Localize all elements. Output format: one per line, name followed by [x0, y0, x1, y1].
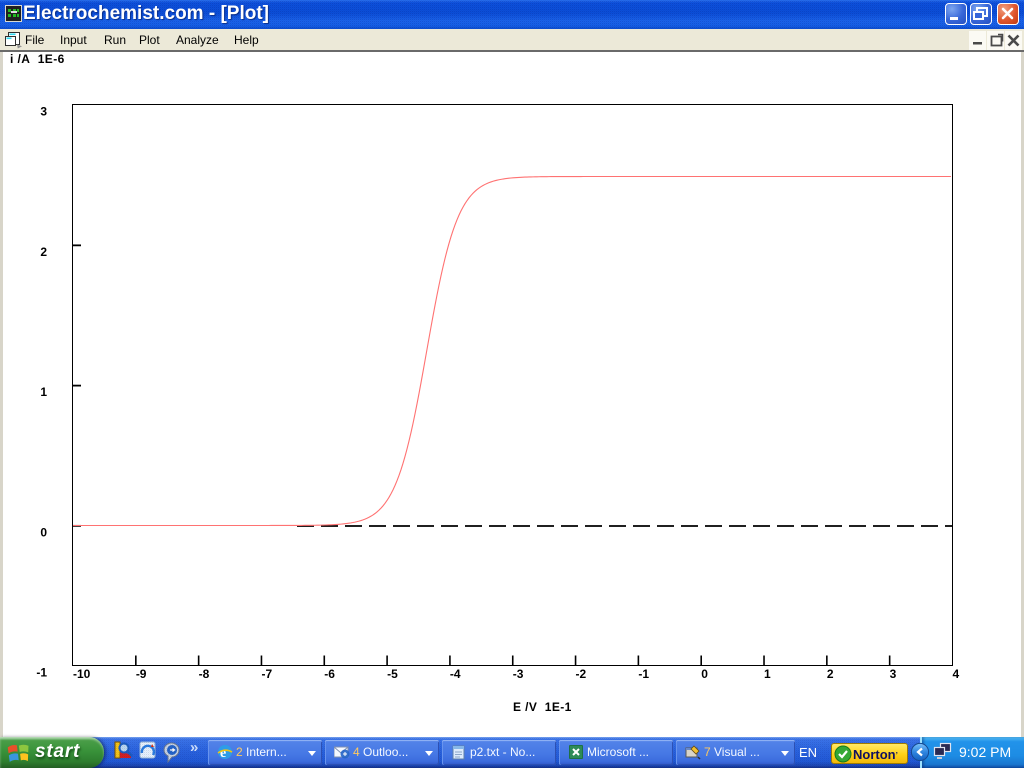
- svg-text:e: e: [220, 746, 226, 760]
- svg-text:1: 1: [764, 667, 771, 681]
- svg-text:-1: -1: [36, 666, 47, 680]
- svg-text:3: 3: [40, 105, 47, 119]
- svg-text:2: 2: [40, 245, 47, 259]
- svg-text:-8: -8: [199, 667, 210, 681]
- svg-text:4: 4: [952, 667, 959, 681]
- svg-text:-3: -3: [513, 667, 524, 681]
- svg-text:0: 0: [40, 525, 47, 539]
- svg-text:-6: -6: [324, 667, 335, 681]
- svg-text:-2: -2: [576, 667, 587, 681]
- svg-text:1: 1: [40, 385, 47, 399]
- svg-text:-4: -4: [450, 667, 461, 681]
- svg-text:-10: -10: [73, 667, 91, 681]
- svg-text:2: 2: [827, 667, 834, 681]
- svg-text:»: »: [190, 739, 198, 756]
- svg-text:i /A 1E-6: i /A 1E-6: [10, 52, 65, 66]
- svg-text:-9: -9: [136, 667, 147, 681]
- svg-text:-1: -1: [638, 667, 649, 681]
- svg-text:3: 3: [890, 667, 897, 681]
- svg-text:0: 0: [701, 667, 708, 681]
- svg-text:E /V 1E-1: E /V 1E-1: [513, 700, 572, 714]
- svg-text:-5: -5: [387, 667, 398, 681]
- svg-text:-7: -7: [261, 667, 272, 681]
